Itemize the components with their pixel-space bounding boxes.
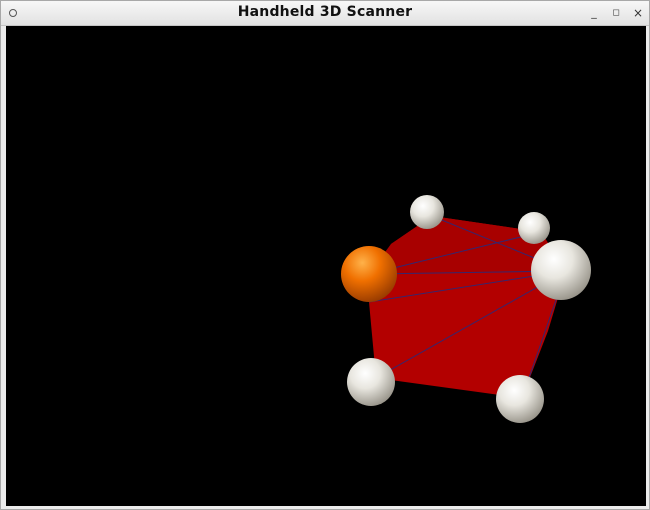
marker-sphere[interactable] xyxy=(531,240,591,300)
minimize-icon[interactable]: _ xyxy=(585,4,603,22)
marker-sphere-selected[interactable] xyxy=(341,246,397,302)
close-icon[interactable]: × xyxy=(629,4,647,22)
window-title: Handheld 3D Scanner xyxy=(237,4,413,20)
scene-canvas[interactable] xyxy=(6,26,646,506)
3d-viewport[interactable] xyxy=(6,26,646,506)
marker-sphere[interactable] xyxy=(518,212,550,244)
title-bar[interactable]: Handheld 3D Scanner _ ◻ × xyxy=(1,1,649,26)
marker-sphere[interactable] xyxy=(410,195,444,229)
marker-sphere[interactable] xyxy=(496,375,544,423)
app-window: Handheld 3D Scanner _ ◻ × xyxy=(0,0,650,510)
maximize-icon[interactable]: ◻ xyxy=(607,4,625,22)
marker-sphere[interactable] xyxy=(347,358,395,406)
